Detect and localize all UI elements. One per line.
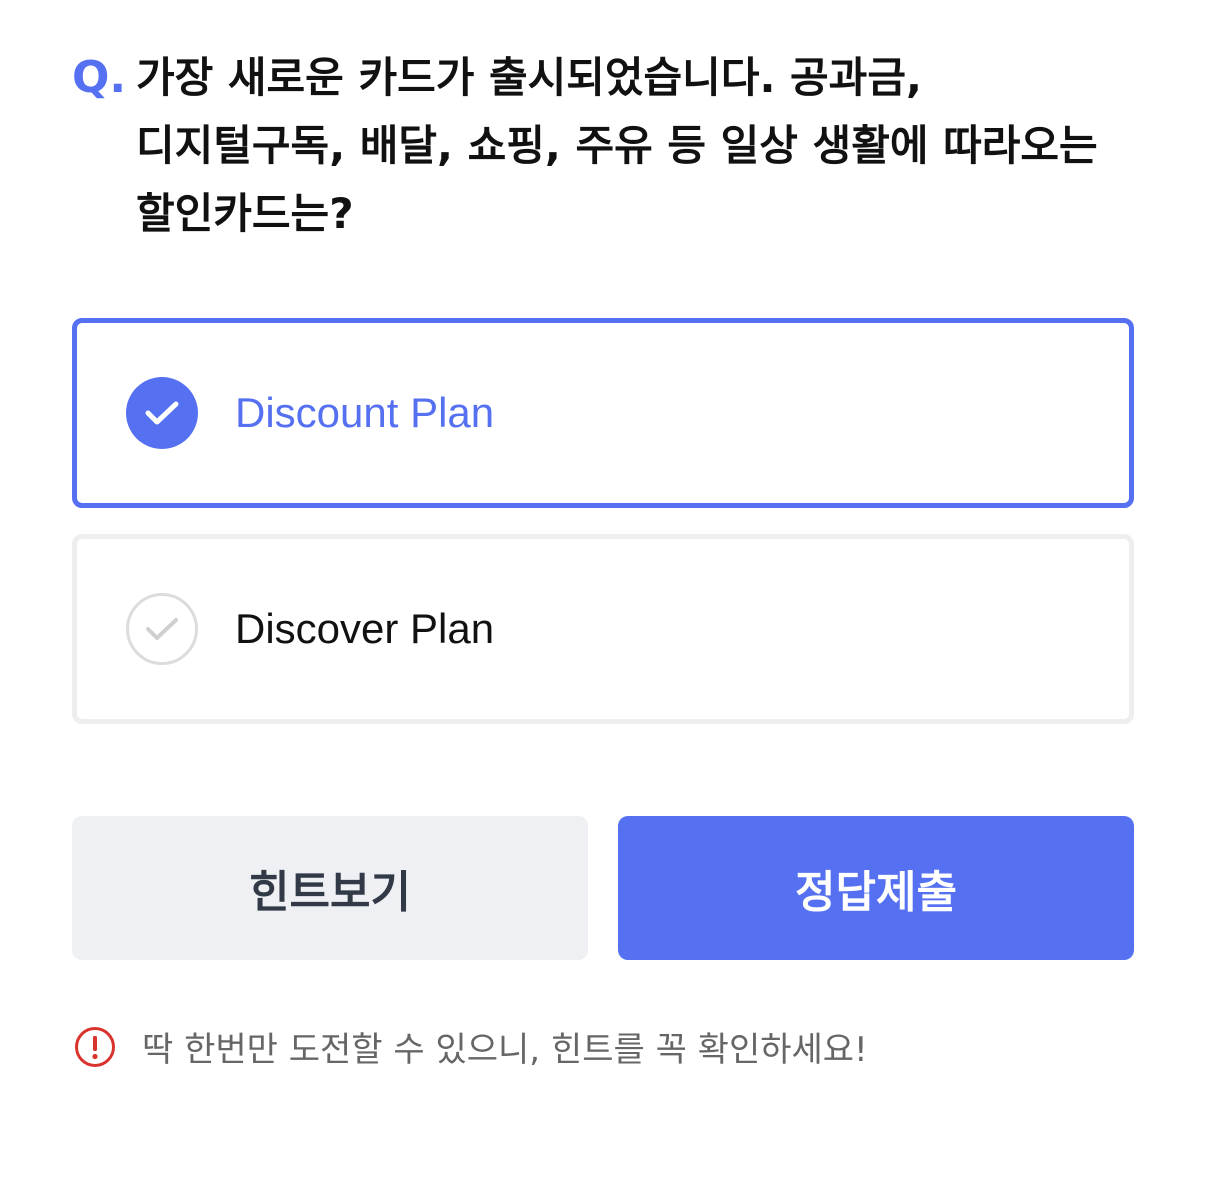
- option-discover-plan[interactable]: Discover Plan: [72, 534, 1134, 724]
- option-label: Discover Plan: [235, 605, 495, 652]
- notice-text: 딱 한번만 도전할 수 있으니, 힌트를 꼭 확인하세요!: [142, 1030, 868, 1070]
- option-discount-plan[interactable]: Discount Plan: [72, 318, 1134, 508]
- hint-button[interactable]: 힌트보기: [72, 816, 588, 960]
- question: Q. 가장 새로운 카드가 출시되었습니다. 공과금, 디지털구독, 배달, 쇼…: [72, 44, 1142, 248]
- option-label: Discount Plan: [235, 389, 495, 436]
- exclamation-circle-icon: [75, 1026, 115, 1067]
- question-text: 가장 새로운 카드가 출시되었습니다. 공과금, 디지털구독, 배달, 쇼핑, …: [136, 53, 1098, 238]
- question-prefix: Q.: [72, 52, 127, 103]
- submit-button[interactable]: 정답제출: [618, 816, 1134, 960]
- checked-icon: [126, 377, 198, 449]
- unchecked-icon: [126, 593, 198, 665]
- notice: 딱 한번만 도전할 수 있으니, 힌트를 꼭 확인하세요!: [74, 1022, 868, 1071]
